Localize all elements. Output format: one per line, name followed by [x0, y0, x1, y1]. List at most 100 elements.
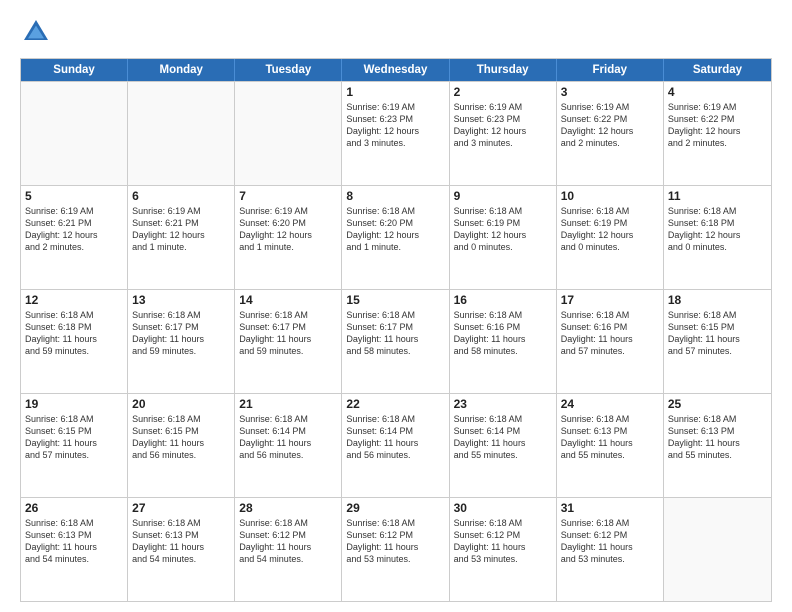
empty-cell [21, 82, 128, 185]
calendar-row-5: 26Sunrise: 6:18 AMSunset: 6:13 PMDayligh… [21, 497, 771, 601]
line2: Sunset: 6:18 PM [25, 321, 123, 333]
line2: Sunset: 6:13 PM [132, 529, 230, 541]
line4: and 57 minutes. [25, 449, 123, 461]
line1: Sunrise: 6:18 AM [454, 205, 552, 217]
line2: Sunset: 6:23 PM [454, 113, 552, 125]
day-number: 8 [346, 189, 444, 203]
day-number: 24 [561, 397, 659, 411]
line3: Daylight: 11 hours [25, 437, 123, 449]
weekday-header-thursday: Thursday [450, 59, 557, 81]
day-cell-11: 11Sunrise: 6:18 AMSunset: 6:18 PMDayligh… [664, 186, 771, 289]
line3: Daylight: 12 hours [454, 229, 552, 241]
line3: Daylight: 11 hours [132, 333, 230, 345]
line4: and 0 minutes. [454, 241, 552, 253]
line4: and 53 minutes. [561, 553, 659, 565]
line4: and 1 minute. [239, 241, 337, 253]
day-number: 25 [668, 397, 767, 411]
day-cell-29: 29Sunrise: 6:18 AMSunset: 6:12 PMDayligh… [342, 498, 449, 601]
day-number: 28 [239, 501, 337, 515]
line2: Sunset: 6:21 PM [25, 217, 123, 229]
line1: Sunrise: 6:18 AM [561, 413, 659, 425]
line1: Sunrise: 6:18 AM [346, 413, 444, 425]
day-cell-8: 8Sunrise: 6:18 AMSunset: 6:20 PMDaylight… [342, 186, 449, 289]
line4: and 56 minutes. [132, 449, 230, 461]
day-cell-14: 14Sunrise: 6:18 AMSunset: 6:17 PMDayligh… [235, 290, 342, 393]
day-number: 4 [668, 85, 767, 99]
line1: Sunrise: 6:18 AM [561, 205, 659, 217]
line3: Daylight: 12 hours [239, 229, 337, 241]
line2: Sunset: 6:21 PM [132, 217, 230, 229]
line2: Sunset: 6:12 PM [346, 529, 444, 541]
line3: Daylight: 11 hours [239, 541, 337, 553]
line1: Sunrise: 6:18 AM [346, 517, 444, 529]
day-cell-7: 7Sunrise: 6:19 AMSunset: 6:20 PMDaylight… [235, 186, 342, 289]
day-number: 6 [132, 189, 230, 203]
line3: Daylight: 12 hours [346, 125, 444, 137]
day-number: 7 [239, 189, 337, 203]
line2: Sunset: 6:19 PM [454, 217, 552, 229]
line4: and 55 minutes. [454, 449, 552, 461]
line4: and 54 minutes. [239, 553, 337, 565]
weekday-header-saturday: Saturday [664, 59, 771, 81]
line1: Sunrise: 6:18 AM [25, 413, 123, 425]
day-number: 5 [25, 189, 123, 203]
day-cell-25: 25Sunrise: 6:18 AMSunset: 6:13 PMDayligh… [664, 394, 771, 497]
day-cell-22: 22Sunrise: 6:18 AMSunset: 6:14 PMDayligh… [342, 394, 449, 497]
line4: and 0 minutes. [561, 241, 659, 253]
line4: and 59 minutes. [132, 345, 230, 357]
calendar-body: 1Sunrise: 6:19 AMSunset: 6:23 PMDaylight… [21, 81, 771, 601]
line4: and 54 minutes. [25, 553, 123, 565]
day-cell-1: 1 Sunrise: 6:19 AMSunset: 6:23 PMDaylight… [342, 82, 449, 185]
day-cell-19: 19Sunrise: 6:18 AMSunset: 6:15 PMDayligh… [21, 394, 128, 497]
line2: Sunset: 6:23 PM [346, 113, 444, 125]
day-number: 27 [132, 501, 230, 515]
day-cell-26: 26Sunrise: 6:18 AMSunset: 6:13 PMDayligh… [21, 498, 128, 601]
day-number: 20 [132, 397, 230, 411]
line1: Sunrise: 6:18 AM [561, 309, 659, 321]
day-cell-24: 24Sunrise: 6:18 AMSunset: 6:13 PMDayligh… [557, 394, 664, 497]
line2: Sunset: 6:19 PM [561, 217, 659, 229]
weekday-header-wednesday: Wednesday [342, 59, 449, 81]
line3: Daylight: 11 hours [346, 333, 444, 345]
day-cell-10: 10Sunrise: 6:18 AMSunset: 6:19 PMDayligh… [557, 186, 664, 289]
day-number: 1 [346, 85, 444, 99]
line4: and 54 minutes. [132, 553, 230, 565]
line4: and 2 minutes. [668, 137, 767, 149]
line2: Sunset: 6:16 PM [561, 321, 659, 333]
line2: Sunset: 6:16 PM [454, 321, 552, 333]
day-cell-31: 31Sunrise: 6:18 AMSunset: 6:12 PMDayligh… [557, 498, 664, 601]
line1: Sunrise: 6:19 AM [346, 101, 444, 113]
day-number: 30 [454, 501, 552, 515]
line1: Sunrise: 6:18 AM [239, 517, 337, 529]
line2: Sunset: 6:15 PM [25, 425, 123, 437]
line3: Daylight: 12 hours [668, 125, 767, 137]
calendar-row-1: 1Sunrise: 6:19 AMSunset: 6:23 PMDaylight… [21, 81, 771, 185]
header [20, 16, 772, 48]
line3: Daylight: 12 hours [561, 125, 659, 137]
day-cell-2: 2Sunrise: 6:19 AMSunset: 6:23 PMDaylight… [450, 82, 557, 185]
day-cell-9: 9Sunrise: 6:18 AMSunset: 6:19 PMDaylight… [450, 186, 557, 289]
weekday-header-sunday: Sunday [21, 59, 128, 81]
day-cell-28: 28Sunrise: 6:18 AMSunset: 6:12 PMDayligh… [235, 498, 342, 601]
day-number: 16 [454, 293, 552, 307]
line1: Sunrise: 6:18 AM [132, 413, 230, 425]
day-number: 2 [454, 85, 552, 99]
line1: Sunrise: 6:18 AM [239, 413, 337, 425]
line3: Daylight: 11 hours [346, 437, 444, 449]
day-cell-23: 23Sunrise: 6:18 AMSunset: 6:14 PMDayligh… [450, 394, 557, 497]
line2: Sunset: 6:17 PM [239, 321, 337, 333]
line3: Daylight: 12 hours [25, 229, 123, 241]
line3: Daylight: 11 hours [561, 437, 659, 449]
line3: Daylight: 11 hours [239, 333, 337, 345]
day-cell-3: 3Sunrise: 6:19 AMSunset: 6:22 PMDaylight… [557, 82, 664, 185]
line2: Sunset: 6:12 PM [561, 529, 659, 541]
line3: Daylight: 11 hours [132, 541, 230, 553]
line4: and 57 minutes. [561, 345, 659, 357]
day-cell-13: 13Sunrise: 6:18 AMSunset: 6:17 PMDayligh… [128, 290, 235, 393]
day-number: 21 [239, 397, 337, 411]
line1: Sunrise: 6:18 AM [25, 517, 123, 529]
calendar-row-2: 5Sunrise: 6:19 AMSunset: 6:21 PMDaylight… [21, 185, 771, 289]
line3: Daylight: 12 hours [668, 229, 767, 241]
line1: Sunrise: 6:18 AM [668, 309, 767, 321]
line3: Daylight: 11 hours [132, 437, 230, 449]
